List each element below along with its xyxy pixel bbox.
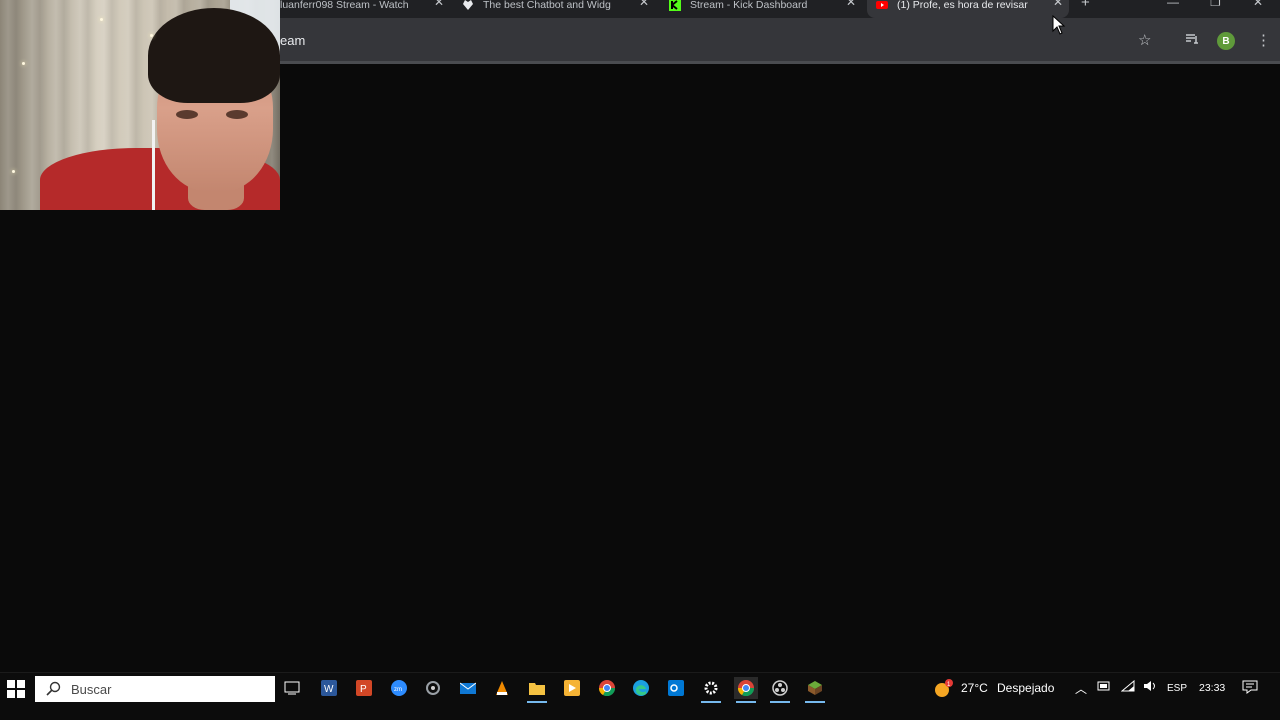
file-explorer-icon[interactable] [525, 677, 549, 703]
mail-icon[interactable] [456, 677, 480, 699]
tab-title: (1) Profe, es hora de revisar [897, 0, 1028, 11]
task-view-icon[interactable] [280, 677, 304, 699]
close-icon[interactable]: ✕ [434, 0, 444, 9]
weather-temperature[interactable]: 27°C [961, 681, 988, 695]
media-control-icon[interactable] [1185, 32, 1199, 50]
window-close-icon[interactable]: ✕ [1253, 0, 1263, 9]
earphone-cable [152, 120, 155, 210]
chevron-up-icon[interactable]: ︿ [1075, 680, 1087, 697]
search-icon [46, 681, 61, 696]
media-app-icon[interactable] [560, 677, 584, 699]
svg-text:P: P [360, 684, 367, 695]
vlc-icon[interactable] [490, 677, 514, 699]
restore-icon[interactable]: ❐ [1210, 0, 1221, 9]
minecraft-icon[interactable] [803, 677, 827, 703]
speaker-icon[interactable] [1143, 680, 1157, 695]
youtube-icon [876, 0, 888, 11]
clock-time[interactable]: 23:33 [1199, 682, 1225, 694]
close-icon[interactable]: ✕ [846, 0, 856, 9]
tab-title: Stream - Kick Dashboard [690, 0, 808, 11]
tab-luanferr-stream[interactable]: luanferr098 Stream - Watch ✕ [280, 0, 450, 18]
language-indicator[interactable]: ESP [1167, 683, 1187, 694]
zoom-icon[interactable]: zm [387, 677, 411, 699]
chrome-active-icon[interactable] [734, 677, 758, 703]
kick-k-icon [669, 0, 681, 11]
outlook-icon[interactable] [664, 677, 688, 699]
tab-chatbot[interactable]: The best Chatbot and Widg ✕ [462, 0, 655, 18]
powerpoint-icon[interactable]: P [352, 677, 376, 699]
weather-condition[interactable]: Despejado [997, 681, 1054, 695]
svg-text:W: W [324, 684, 334, 695]
recycle-app-icon[interactable] [421, 677, 445, 699]
chrome-icon[interactable] [595, 677, 619, 699]
left-eye [176, 110, 198, 119]
webcam-overlay [0, 0, 280, 210]
minimize-icon[interactable]: — [1167, 0, 1179, 9]
close-icon[interactable]: ✕ [1053, 0, 1063, 9]
close-icon[interactable]: ✕ [639, 0, 649, 9]
fairy-light [22, 62, 25, 65]
tab-youtube[interactable]: (1) Profe, es hora de revisar ✕ [867, 0, 1069, 18]
obs-icon[interactable] [768, 677, 792, 703]
heart-shield-icon [462, 0, 474, 11]
menu-kebab-icon[interactable]: ⋮ [1256, 31, 1271, 49]
battery-icon[interactable] [1097, 680, 1111, 695]
screen: luanferr098 Stream - Watch ✕ The best Ch… [0, 0, 1280, 720]
svg-text:zm: zm [394, 687, 402, 693]
right-eye [226, 110, 248, 119]
hair [148, 8, 280, 103]
fairy-light [100, 18, 103, 21]
notification-center-icon[interactable] [1242, 680, 1258, 697]
word-icon[interactable]: W [317, 677, 341, 699]
edge-icon[interactable] [629, 677, 653, 699]
tab-title: luanferr098 Stream - Watch [280, 0, 409, 11]
fairy-light [12, 170, 15, 173]
settings-icon[interactable] [699, 677, 723, 703]
new-tab-plus-icon[interactable]: + [1081, 0, 1090, 11]
taskbar-search-box[interactable]: Buscar [35, 676, 275, 702]
address-bar-text[interactable]: eam [280, 33, 305, 48]
profile-avatar[interactable]: B [1217, 32, 1235, 50]
tab-kick-dashboard[interactable]: Stream - Kick Dashboard ✕ [669, 0, 862, 18]
weather-sun-icon[interactable]: 1 [932, 678, 954, 701]
mouse-cursor-icon [1052, 15, 1066, 35]
tab-title: The best Chatbot and Widg [483, 0, 611, 11]
fairy-light [150, 34, 153, 37]
windows-start-icon[interactable] [7, 680, 25, 698]
search-placeholder: Buscar [71, 681, 112, 697]
bookmark-star-icon[interactable]: ☆ [1138, 31, 1151, 49]
wifi-icon[interactable] [1120, 679, 1135, 695]
